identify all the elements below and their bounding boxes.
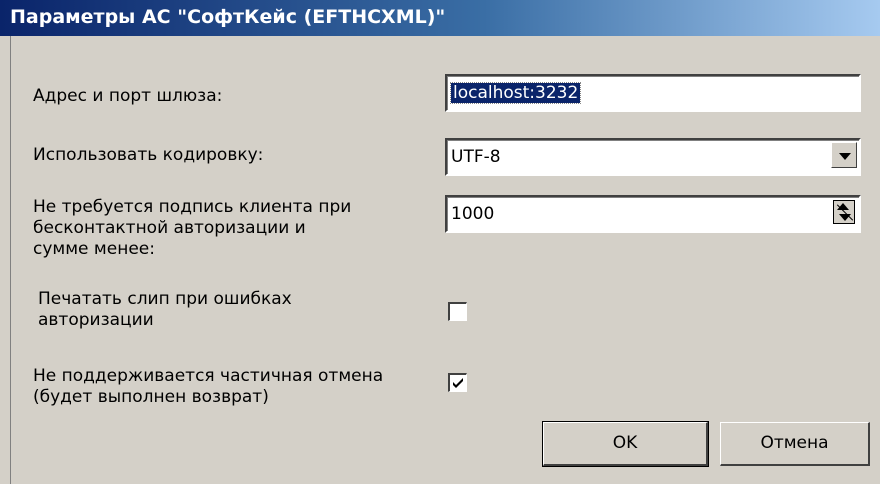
print-slip-label: Печатать слип при ошибках авторизации xyxy=(38,289,292,330)
limit-value: 1000 xyxy=(451,204,495,224)
ok-button[interactable]: OK xyxy=(542,421,709,467)
gateway-label: Адрес и порт шлюза: xyxy=(33,86,223,106)
encoding-select[interactable]: UTF-8 xyxy=(445,138,861,176)
gateway-value: localhost:3232 xyxy=(449,82,582,104)
window-title: Параметры АС "СофтКейс (EFTHCXML)" xyxy=(10,6,446,28)
gateway-input[interactable]: localhost:3232 xyxy=(445,74,861,112)
partial-cancel-checkbox[interactable] xyxy=(448,373,467,392)
checkmark-icon xyxy=(453,378,463,388)
title-bar: Параметры АС "СофтКейс (EFTHCXML)" xyxy=(0,0,880,36)
encoding-label: Использовать кодировку: xyxy=(33,145,264,165)
spinner-icon[interactable] xyxy=(833,200,855,224)
chevron-down-icon[interactable] xyxy=(831,142,857,168)
partial-cancel-label: Не поддерживается частичная отмена (буде… xyxy=(33,366,384,407)
limit-input[interactable]: 1000 xyxy=(445,195,861,233)
limit-label: Не требуется подпись клиента при бесконт… xyxy=(33,197,352,259)
cancel-button[interactable]: Отмена xyxy=(720,422,870,466)
encoding-value: UTF-8 xyxy=(451,147,501,167)
print-slip-checkbox[interactable] xyxy=(448,302,467,321)
